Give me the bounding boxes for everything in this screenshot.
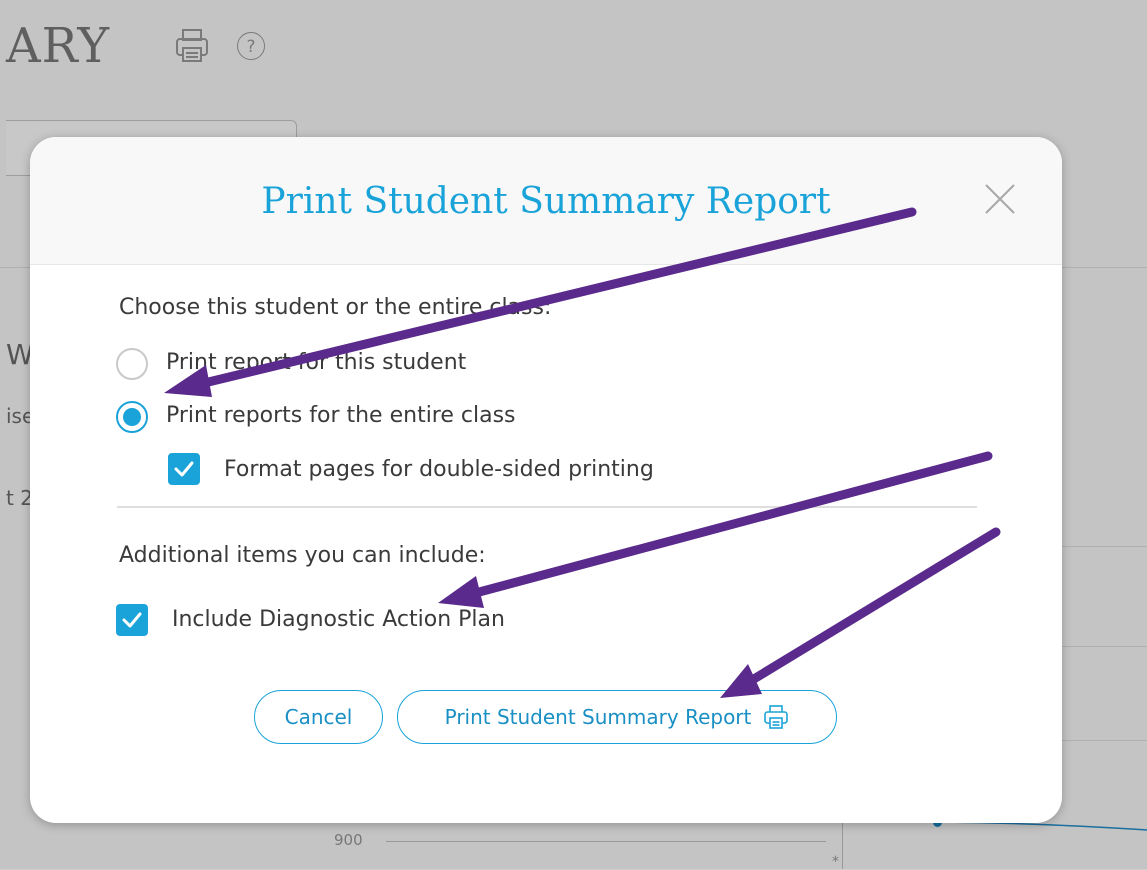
diagnostic-plan-label: Include Diagnostic Action Plan: [172, 607, 505, 632]
axis-tick-label: 900: [334, 831, 363, 849]
section-label-scope: Choose this student or the entire class:: [119, 295, 552, 320]
option-label-this-student: Print report for this student: [166, 350, 467, 375]
section-divider: [117, 506, 977, 508]
checkmark-icon: [174, 461, 194, 477]
option-label-entire-class: Print reports for the entire class: [166, 403, 516, 428]
radio-this-student[interactable]: [116, 348, 148, 380]
background-gridline: [1062, 646, 1147, 647]
axis-marker: *: [832, 854, 839, 870]
print-icon: [172, 26, 212, 70]
background-text-fragment: t 2: [6, 486, 33, 510]
print-icon: [764, 705, 789, 729]
chart-axis-line: [386, 841, 826, 842]
checkbox-double-sided[interactable]: [168, 453, 200, 485]
close-button[interactable]: [980, 179, 1020, 219]
cancel-button-label: Cancel: [284, 705, 353, 729]
close-icon: [985, 184, 1015, 214]
dialog-header: Print Student Summary Report: [30, 137, 1062, 265]
help-icon: ?: [237, 32, 265, 60]
page-title: ARY: [6, 18, 111, 74]
checkmark-icon: [122, 612, 142, 628]
print-report-dialog: Print Student Summary Report Choose this…: [30, 137, 1062, 823]
print-report-button[interactable]: Print Student Summary Report: [397, 690, 837, 744]
background-gridline: [1062, 546, 1147, 547]
section-label-additional: Additional items you can include:: [119, 543, 486, 568]
dialog-title: Print Student Summary Report: [261, 181, 831, 222]
double-sided-label: Format pages for double-sided printing: [224, 457, 654, 482]
chart-vertical-line: [842, 820, 843, 869]
cancel-button[interactable]: Cancel: [254, 690, 383, 744]
radio-entire-class[interactable]: [116, 401, 148, 433]
checkbox-diagnostic-plan[interactable]: [116, 604, 148, 636]
background-gridline: [1062, 740, 1147, 741]
print-button-label: Print Student Summary Report: [444, 705, 752, 729]
